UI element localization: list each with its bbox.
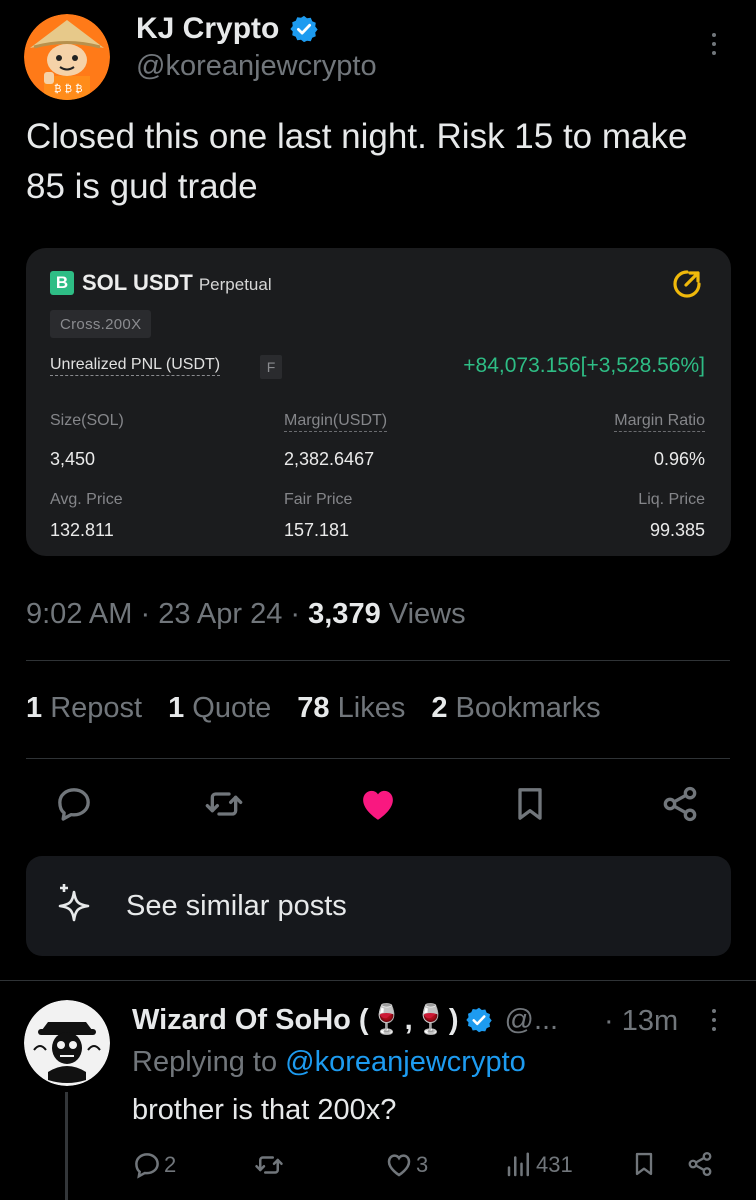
reply-views-count: 431 xyxy=(536,1152,573,1177)
more-options-icon[interactable] xyxy=(704,26,724,62)
reply-time[interactable]: · 13m xyxy=(604,1005,678,1038)
size-value: 3,450 xyxy=(50,449,96,469)
divider xyxy=(26,758,730,759)
fair-price-value: 157.181 xyxy=(284,520,350,540)
meta-separator: · xyxy=(140,598,159,630)
reply-author-name[interactable]: Wizard Of SoHo (🍷,🍷) xyxy=(132,1003,459,1037)
contract-type: Perpetual xyxy=(198,275,272,294)
reply-author[interactable]: Wizard Of SoHo (🍷,🍷) @... xyxy=(132,1003,558,1037)
reply-icon xyxy=(135,1153,159,1179)
reply-share-action[interactable] xyxy=(686,1150,714,1178)
views-count: 3,379 xyxy=(308,598,381,630)
margin-label: Margin(USDT) xyxy=(284,412,388,432)
reply-text: brother is that 200x? xyxy=(132,1094,397,1126)
reply-replies-count: 2 xyxy=(164,1152,177,1177)
reply-author-avatar[interactable] xyxy=(24,1000,110,1086)
tweet-time[interactable]: 9:02 AM xyxy=(26,598,132,630)
liq-price-value: 99.385 xyxy=(649,520,705,540)
pnl-label: Unrealized PNL (USDT) xyxy=(50,356,221,376)
pnl-badge: F xyxy=(260,355,282,379)
svg-text:₿ ₿ ₿: ₿ ₿ ₿ xyxy=(54,83,83,95)
avg-price-value: 132.811 xyxy=(50,520,114,540)
author-handle[interactable]: @koreanjewcrypto xyxy=(136,50,377,83)
liq-price-label: Liq. Price xyxy=(638,491,705,508)
bookmark-icon[interactable] xyxy=(508,782,552,826)
replying-to-link[interactable]: @koreanjewcrypto xyxy=(285,1046,526,1078)
share-icon xyxy=(688,1151,712,1177)
reply-repost-action[interactable] xyxy=(254,1150,284,1180)
avg-price-label: Avg. Price xyxy=(50,491,123,508)
tweet-meta: 9:02 AM · 23 Apr 24 · 3,379 Views xyxy=(26,598,466,631)
replying-to: Replying to @koreanjewcrypto xyxy=(132,1046,526,1079)
reposts-label: Repost xyxy=(50,692,143,724)
heart-outline-icon xyxy=(387,1154,411,1177)
author-avatar[interactable]: ₿ ₿ ₿ xyxy=(24,14,110,100)
bookmarks-stat[interactable]: 2 Bookmarks xyxy=(431,692,600,725)
fair-price-label: Fair Price xyxy=(284,491,353,508)
share-icon[interactable] xyxy=(658,782,702,826)
reposts-stat[interactable]: 1 Repost xyxy=(26,692,142,725)
bookmark-icon xyxy=(635,1152,653,1176)
tweet-date[interactable]: 23 Apr 24 xyxy=(158,598,282,630)
reply-views-action[interactable]: 431 xyxy=(504,1150,573,1180)
author-name-text[interactable]: KJ Crypto xyxy=(136,12,279,46)
margin-value: 2,382.6467 xyxy=(284,449,375,469)
divider xyxy=(26,660,730,661)
tweet-text: Closed this one last night. Risk 15 to m… xyxy=(26,117,688,206)
repost-icon[interactable] xyxy=(202,782,246,826)
thread-line xyxy=(65,1092,68,1200)
size-label: Size(SOL) xyxy=(50,412,124,429)
see-similar-posts-label: See similar posts xyxy=(126,890,347,922)
repost-icon xyxy=(255,1156,283,1174)
reply-author-handle[interactable]: @... xyxy=(505,1004,559,1037)
engagement-stats: 1 Repost 1 Quote 78 Likes 2 Bookmarks xyxy=(26,692,601,725)
pair-row: B SOL USDT Perpetual xyxy=(50,270,272,296)
margin-ratio-value: 0.96% xyxy=(653,449,705,469)
reposts-count: 1 xyxy=(26,692,43,724)
margin-mode-tag: Cross.200X xyxy=(50,310,152,338)
bookmarks-label: Bookmarks xyxy=(455,692,601,724)
bookmarks-count: 2 xyxy=(431,692,448,724)
quotes-label: Quote xyxy=(192,692,272,724)
share-position-icon xyxy=(673,270,701,298)
likes-count: 78 xyxy=(297,692,330,724)
margin-ratio-label: Margin Ratio xyxy=(614,412,705,432)
quotes-count: 1 xyxy=(168,692,185,724)
sparkle-icon xyxy=(58,884,90,922)
verified-badge-icon xyxy=(290,15,318,43)
likes-label: Likes xyxy=(337,692,406,724)
like-icon[interactable] xyxy=(356,782,400,826)
meta-separator: · xyxy=(290,598,309,630)
replying-prefix: Replying to xyxy=(132,1046,278,1078)
divider xyxy=(0,980,756,981)
quotes-stat[interactable]: 1 Quote xyxy=(168,692,271,725)
exchange-logo: B xyxy=(50,271,74,295)
reply-bookmark-action[interactable] xyxy=(630,1150,658,1178)
reply-like-action[interactable]: 3 xyxy=(384,1150,428,1180)
reply-likes-count: 3 xyxy=(416,1152,429,1177)
see-similar-posts-button[interactable]: See similar posts xyxy=(26,856,731,956)
reply-reply-action[interactable]: 2 xyxy=(132,1150,176,1180)
position-card-image[interactable]: B SOL USDT Perpetual Cross.200X Unrealiz… xyxy=(26,248,731,556)
pnl-value: +84,073.156[+3,528.56%] xyxy=(463,354,705,377)
views-chart-icon xyxy=(507,1152,529,1177)
views-label: Views xyxy=(388,598,466,630)
author-name[interactable]: KJ Crypto xyxy=(136,12,319,46)
reply-more-options-icon[interactable] xyxy=(704,1002,724,1038)
pair-label: SOL USDT xyxy=(82,270,193,295)
verified-badge-icon xyxy=(465,1007,492,1033)
reply-icon[interactable] xyxy=(52,782,96,826)
likes-stat[interactable]: 78 Likes xyxy=(297,692,405,725)
